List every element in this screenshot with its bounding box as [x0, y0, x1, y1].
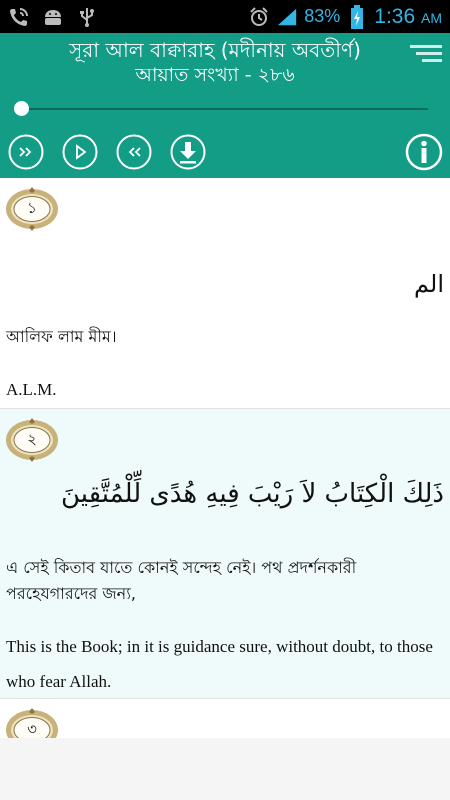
download-icon: [170, 134, 206, 170]
arabic-text: الم: [414, 270, 444, 298]
arabic-text: ذَلِكَ الْكِتَابُ لاَ رَيْبَ فِيهِ هُدًى…: [60, 479, 444, 509]
status-bar: 83% 1:36 AM: [0, 0, 450, 33]
download-button[interactable]: [170, 134, 206, 170]
android-icon: [42, 6, 64, 28]
rewind-icon: [116, 134, 152, 170]
bengali-translation: এ সেই কিতাব যাতে কোনই সন্দেহ নেই। পথ প্র…: [6, 558, 357, 603]
battery-percent: 83%: [304, 6, 341, 26]
english-translation: This is the Book; in it is guidance sure…: [6, 637, 433, 691]
usb-icon: [76, 6, 98, 28]
play-button[interactable]: [62, 134, 98, 170]
bengali-translation: আলিফ লাম মীম।: [6, 327, 117, 346]
verse-number-badge: ৩: [4, 707, 60, 738]
verse-number: ২: [27, 429, 37, 448]
verse-item[interactable]: ৩: [0, 699, 450, 738]
verse-item[interactable]: ২ ذَلِكَ الْكِتَابُ لاَ رَيْبَ فِيهِ هُد…: [0, 409, 450, 699]
verse-number-badge: ২: [4, 417, 60, 463]
player-header: সূরা আল বাক্বারাহ (মদীনায় অবতীর্ণ) আয়া…: [0, 33, 450, 178]
clock-ampm: AM: [421, 9, 442, 26]
verse-number-badge: ১: [4, 186, 60, 232]
fast-forward-icon: [8, 134, 44, 170]
alarm-icon: [248, 6, 270, 28]
verse-list[interactable]: ১ الم আলিফ লাম মীম। A.L.M. ২ ذَلِكَ الْك…: [0, 178, 450, 738]
surah-title: সূরা আল বাক্বারাহ (মদীনায় অবতীর্ণ): [69, 38, 361, 62]
verse-number: ১: [27, 198, 37, 217]
seekbar-thumb[interactable]: [14, 101, 29, 116]
play-icon: [62, 134, 98, 170]
clock-time: 1:36: [374, 4, 416, 28]
verse-count: আয়াত সংখ্যা - ২৮৬: [135, 64, 295, 86]
info-icon: [405, 133, 443, 171]
clock: 1:36 AM: [374, 5, 442, 29]
signal-icon: [276, 6, 298, 28]
fast-forward-button[interactable]: [8, 134, 44, 170]
phone-wifi-icon: [8, 6, 30, 28]
audio-seekbar[interactable]: [14, 99, 430, 119]
menu-icon[interactable]: [408, 41, 444, 69]
info-button[interactable]: [405, 133, 443, 171]
english-translation: A.L.M.: [6, 380, 57, 399]
rewind-button[interactable]: [116, 134, 152, 170]
verse-number: ৩: [27, 719, 37, 738]
battery-icon: [346, 4, 368, 29]
verse-item[interactable]: ১ الم আলিফ লাম মীম। A.L.M.: [0, 178, 450, 409]
seekbar-track: [20, 108, 428, 110]
